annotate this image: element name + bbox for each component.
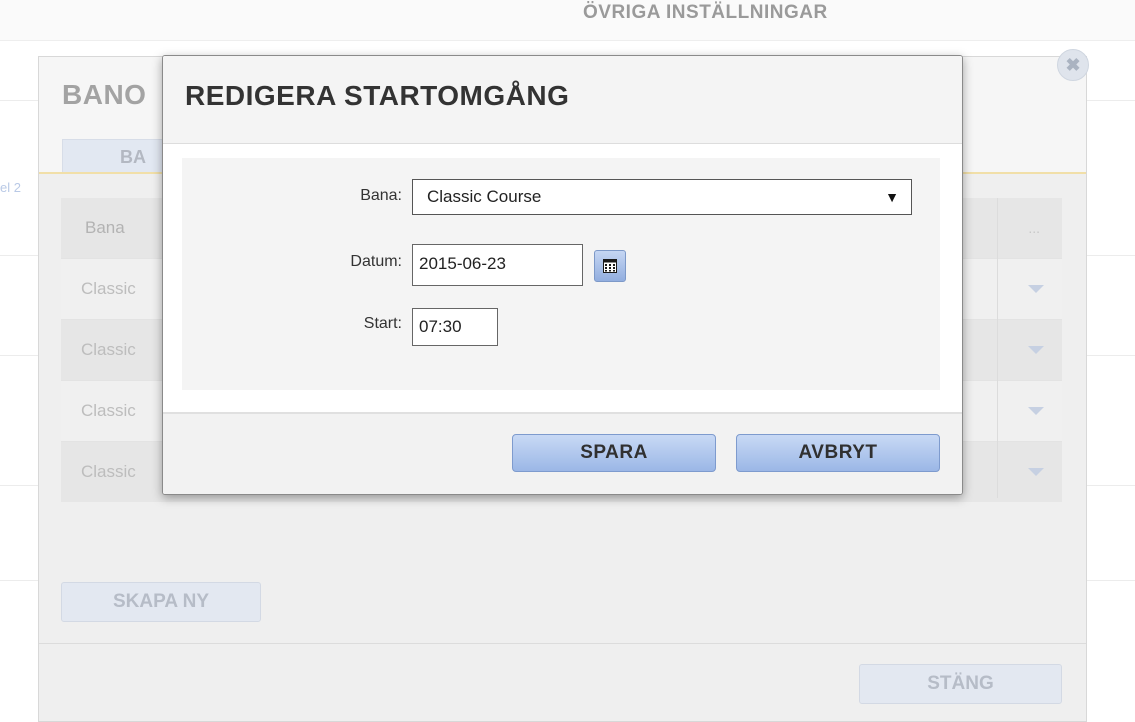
calendar-icon[interactable] bbox=[594, 250, 626, 282]
datum-input[interactable]: 2015-06-23 bbox=[412, 244, 583, 286]
edit-start-round-dialog: REDIGERA STARTOMGÅNG Bana: Classic Cours… bbox=[162, 55, 963, 495]
form-panel: Bana: Classic Course ▼ Datum: 2015-06-23 bbox=[182, 158, 940, 390]
bana-select[interactable]: Classic Course ▼ bbox=[412, 179, 912, 215]
dialog-footer: SPARA AVBRYT bbox=[163, 412, 962, 494]
start-label: Start: bbox=[363, 315, 402, 332]
save-button[interactable]: SPARA bbox=[512, 434, 716, 472]
bana-label: Bana: bbox=[360, 187, 402, 204]
start-time-input[interactable]: 07:30 bbox=[412, 308, 498, 346]
dialog-title: REDIGERA STARTOMGÅNG bbox=[185, 80, 570, 111]
dialog-header: REDIGERA STARTOMGÅNG bbox=[163, 56, 962, 144]
bana-select-value: Classic Course bbox=[427, 187, 542, 206]
datum-label: Datum: bbox=[350, 253, 402, 270]
cancel-button[interactable]: AVBRYT bbox=[736, 434, 940, 472]
dialog-body: Bana: Classic Course ▼ Datum: 2015-06-23 bbox=[163, 144, 962, 412]
chevron-down-icon[interactable]: ▼ bbox=[885, 180, 899, 214]
